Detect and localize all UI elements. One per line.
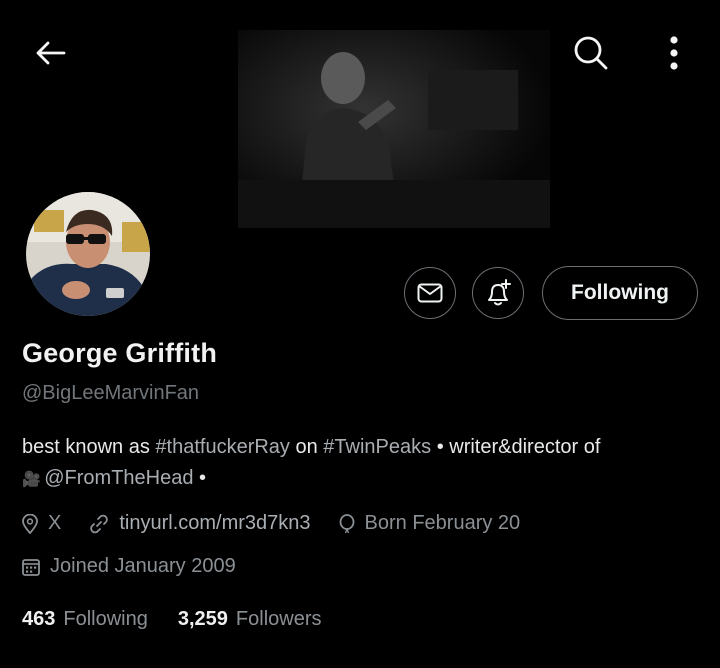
search-icon (574, 36, 608, 70)
avatar-photo (26, 192, 150, 316)
location-pin-icon (22, 513, 38, 534)
back-button[interactable] (24, 30, 76, 76)
user-handle: @BigLeeMarvinFan (22, 382, 200, 404)
mention-link[interactable]: @FromTheHead (44, 467, 193, 489)
bell-plus-icon (488, 279, 511, 306)
followers-count-link[interactable]: 3,259 Followers (178, 608, 322, 631)
location-item: X (22, 512, 61, 535)
profile-banner-image[interactable] (238, 30, 550, 228)
bio-text: best known as (22, 436, 156, 458)
bio-text: on (289, 436, 324, 458)
followers-label: Followers (235, 608, 322, 630)
birthday-text: Born February 20 (364, 512, 521, 534)
birthday-item: Born February 20 (339, 512, 521, 535)
more-options-button[interactable] (652, 28, 696, 78)
more-vertical-icon (670, 36, 678, 70)
follow-counts: 463 Following 3,259 Followers (22, 608, 352, 631)
calendar-icon (22, 558, 40, 576)
joined-item: Joined January 2009 (22, 555, 236, 578)
following-count: 463 (22, 608, 56, 630)
balloon-icon (339, 513, 355, 534)
envelope-icon (417, 283, 443, 303)
search-button[interactable] (566, 28, 616, 78)
profile-screen: Following George Griffith @BigLeeMarvinF… (0, 0, 720, 668)
profile-meta-row: X tinyurl.com/mr3d7kn3 Born February 20 (22, 512, 548, 535)
avatar[interactable] (24, 190, 152, 318)
arrow-left-icon (36, 41, 66, 65)
hashtag-link[interactable]: #thatfuckerRay (155, 436, 290, 458)
hashtag-link[interactable]: #TwinPeaks (323, 436, 431, 458)
followers-count: 3,259 (177, 608, 228, 630)
notifications-button[interactable] (472, 267, 524, 319)
joined-text: Joined January 2009 (50, 555, 236, 577)
link-icon (89, 514, 109, 534)
location-text: X (48, 512, 62, 534)
following-button[interactable]: Following (542, 266, 698, 320)
bio-text: • (193, 467, 207, 489)
following-label: Following (63, 608, 148, 630)
bio-text: • writer&director of (431, 436, 601, 458)
profile-bio: best known as #thatfuckerRay on #TwinPea… (22, 432, 712, 495)
display-name: George Griffith (22, 338, 218, 368)
following-count-link[interactable]: 463 Following (22, 608, 148, 631)
message-button[interactable] (404, 267, 456, 319)
profile-meta-row: Joined January 2009 (22, 555, 264, 578)
banner-photo (238, 30, 550, 228)
movie-camera-emoji: 🎥 (22, 471, 41, 488)
website-item: tinyurl.com/mr3d7kn3 (89, 512, 311, 535)
website-link[interactable]: tinyurl.com/mr3d7kn3 (119, 512, 310, 535)
